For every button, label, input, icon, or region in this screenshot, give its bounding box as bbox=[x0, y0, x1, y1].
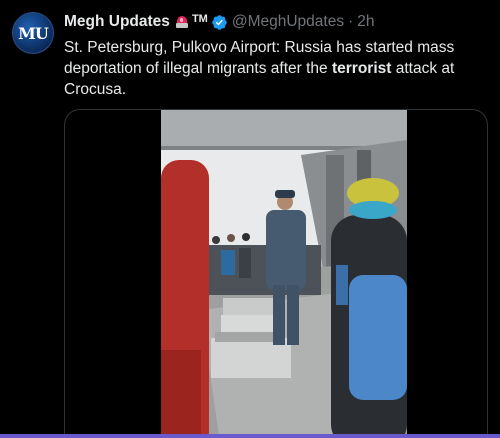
bottom-accent-bar bbox=[0, 434, 500, 438]
video-frame[interactable] bbox=[161, 110, 407, 438]
author-handle[interactable]: @MeghUpdates bbox=[232, 12, 344, 32]
video-still bbox=[161, 110, 407, 438]
video-player[interactable] bbox=[64, 109, 488, 438]
tweet-text-bold: terrorist bbox=[331, 60, 392, 77]
verified-badge-icon[interactable] bbox=[211, 14, 228, 31]
timestamp[interactable]: 2h bbox=[357, 12, 374, 32]
avatar[interactable]: MU bbox=[12, 12, 54, 54]
tweet-text: St. Petersburg, Pulkovo Airport: Russia … bbox=[64, 37, 488, 100]
tm-badge: TM bbox=[191, 13, 208, 25]
tweet[interactable]: MU Megh Updates TM @MeghUpdates · 2h St.… bbox=[0, 0, 500, 438]
separator-dot: · bbox=[348, 13, 354, 30]
siren-icon bbox=[174, 14, 190, 30]
tweet-header: Megh Updates TM @MeghUpdates · 2h bbox=[64, 12, 375, 32]
avatar-text: MU bbox=[18, 23, 49, 43]
display-name[interactable]: Megh Updates bbox=[64, 12, 170, 32]
